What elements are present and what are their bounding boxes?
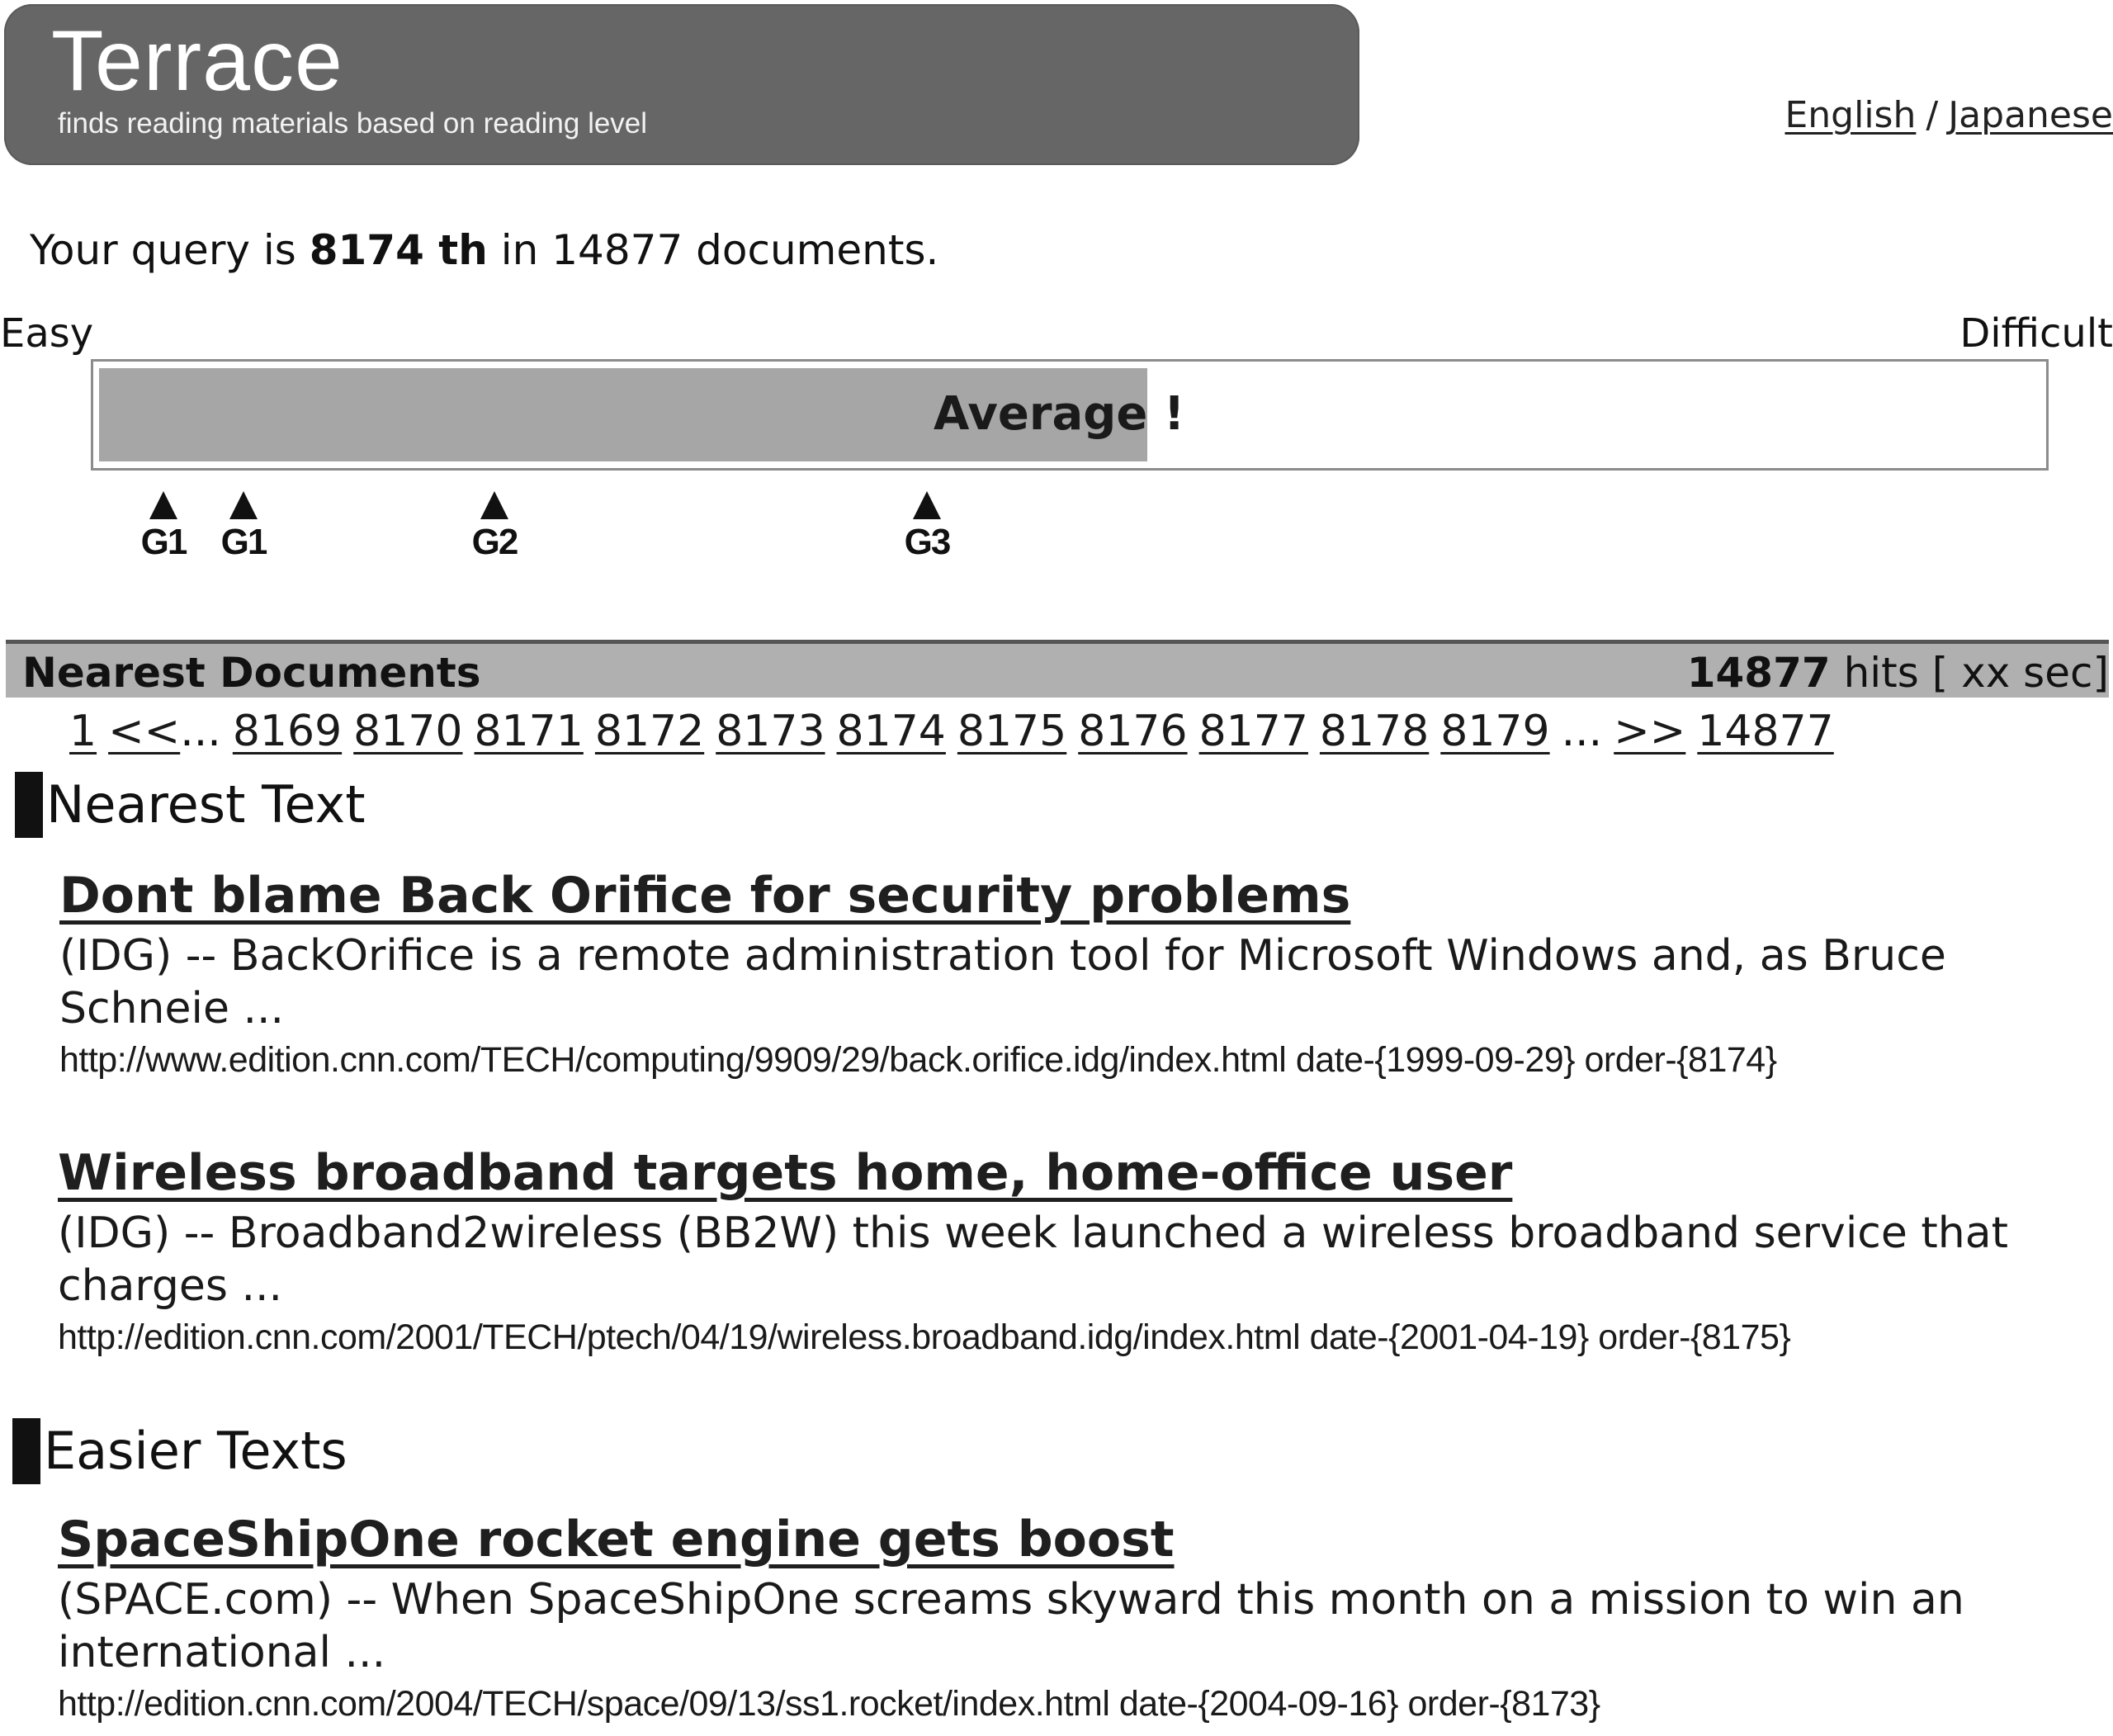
result-order: order-{8175}	[1598, 1317, 1791, 1357]
grade-marker: G1	[219, 491, 268, 561]
app-subtitle: finds reading materials based on reading…	[58, 107, 648, 140]
page-number-link[interactable]: 8178	[1320, 707, 1429, 756]
grade-marker: G2	[470, 491, 519, 561]
page-first-link[interactable]: 1	[69, 707, 97, 756]
section-heading-label: Easier Texts	[44, 1421, 347, 1481]
triangle-up-icon	[229, 491, 258, 519]
page-prev-link[interactable]: <<	[108, 707, 180, 756]
results-header-band: Nearest Documents 14877 hits [ xx sec]	[6, 640, 2109, 698]
result-title-link[interactable]: SpaceShipOne rocket engine gets boost	[58, 1512, 1175, 1567]
language-link-japanese[interactable]: Japanese	[1948, 94, 2113, 136]
app-title: Terrace	[51, 13, 343, 109]
hit-count-label: hits [ xx sec]	[1843, 649, 2109, 697]
result-date: date-{2001-04-19}	[1309, 1317, 1590, 1357]
section-marker-bar	[12, 1418, 40, 1484]
result-date: date-{1999-09-29}	[1295, 1040, 1576, 1080]
reading-level-text: Average !	[934, 391, 1184, 438]
triangle-up-icon	[480, 491, 508, 519]
query-prefix: Your query is	[30, 226, 296, 274]
page-number-link[interactable]: 8169	[233, 707, 342, 756]
page-last-link[interactable]: 14877	[1697, 707, 1833, 756]
result-order: order-{8174}	[1584, 1040, 1777, 1080]
page-number-link[interactable]: 8170	[353, 707, 462, 756]
query-summary: Your query is 8174 th in 14877 documents…	[30, 229, 938, 271]
query-middle: in	[500, 226, 539, 274]
triangle-up-icon	[149, 491, 177, 519]
query-rank: 8174 th	[309, 226, 488, 274]
language-link-english[interactable]: English	[1784, 94, 1916, 136]
result-title-link[interactable]: Wireless broadband targets home, home-of…	[58, 1146, 1512, 1200]
page-number-link[interactable]: 8179	[1440, 707, 1549, 756]
grade-marker: G1	[139, 491, 188, 561]
result-meta: http://www.edition.cnn.com/TECH/computin…	[59, 1038, 2073, 1081]
result-date: date-{2004-09-16}	[1118, 1684, 1399, 1724]
result-snippet: (SPACE.com) -- When SpaceShipOne screams…	[58, 1575, 1964, 1677]
result-snippet: (IDG) -- BackOrifice is a remote adminis…	[59, 931, 1946, 1034]
result-url: http://edition.cnn.com/2001/TECH/ptech/0…	[58, 1317, 1301, 1357]
page-number-link[interactable]: 8173	[716, 707, 825, 756]
language-switcher: English / Japanese	[1784, 97, 2113, 134]
result-item: SpaceShipOne rocket engine gets boost (S…	[58, 1512, 2072, 1725]
grade-marker: G3	[902, 491, 952, 561]
section-marker-bar	[15, 772, 43, 838]
result-url: http://edition.cnn.com/2004/TECH/space/0…	[58, 1684, 1110, 1724]
result-item: Wireless broadband targets home, home-of…	[58, 1146, 2072, 1359]
reading-level-bar: Average !	[91, 359, 2049, 471]
results-band-title: Nearest Documents	[22, 649, 481, 697]
section-heading-label: Nearest Text	[46, 774, 366, 835]
page-number-list: 8169 8170 8171 8172 8173 8174 8175 8176 8177 8178…	[233, 707, 1562, 756]
page-number-link[interactable]: 8176	[1078, 707, 1187, 756]
triangle-up-icon	[913, 491, 941, 519]
pagination-ellipsis: ...	[180, 707, 221, 756]
result-meta: http://edition.cnn.com/2004/TECH/space/0…	[58, 1682, 2072, 1725]
query-suffix: documents.	[696, 226, 939, 274]
result-meta: http://edition.cnn.com/2001/TECH/ptech/0…	[58, 1316, 2072, 1359]
section-heading-easier-texts: Easier Texts	[12, 1418, 347, 1484]
query-total: 14877	[551, 226, 683, 274]
grade-marker-label: G2	[471, 522, 519, 562]
easy-label: Easy	[0, 310, 94, 357]
pagination: 1 <<... 8169 8170 8171 8172 8173 8174 8175 8176 81…	[69, 710, 1846, 753]
reading-level-label: Average	[934, 387, 1148, 441]
hit-count-number: 14877	[1686, 649, 1831, 697]
result-item: Dont blame Back Orifice for security pro…	[59, 868, 2073, 1081]
page-number-link[interactable]: 8175	[957, 707, 1066, 756]
page-next-link[interactable]: >>	[1614, 707, 1685, 756]
section-heading-nearest-text: Nearest Text	[15, 772, 366, 838]
page-number-link[interactable]: 8171	[475, 707, 584, 756]
page-number-link[interactable]: 8177	[1199, 707, 1308, 756]
page-number-link[interactable]: 8172	[595, 707, 704, 756]
results-hit-count: 14877 hits [ xx sec]	[1687, 652, 2109, 693]
page-number-link[interactable]: 8174	[837, 707, 946, 756]
pagination-ellipsis: ...	[1561, 707, 1603, 756]
grade-marker-label: G1	[220, 522, 268, 562]
difficult-label: Difficult	[1959, 310, 2113, 357]
result-snippet: (IDG) -- Broadband2wireless (BB2W) this …	[58, 1209, 2008, 1311]
result-url: http://www.edition.cnn.com/TECH/computin…	[59, 1040, 1287, 1080]
result-title-link[interactable]: Dont blame Back Orifice for security pro…	[59, 868, 1350, 923]
grade-marker-label: G1	[140, 522, 188, 562]
reading-level-suffix: !	[1163, 387, 1185, 441]
result-order: order-{8173}	[1407, 1684, 1601, 1724]
language-separator: /	[1926, 94, 1939, 136]
grade-marker-label: G3	[904, 522, 952, 562]
